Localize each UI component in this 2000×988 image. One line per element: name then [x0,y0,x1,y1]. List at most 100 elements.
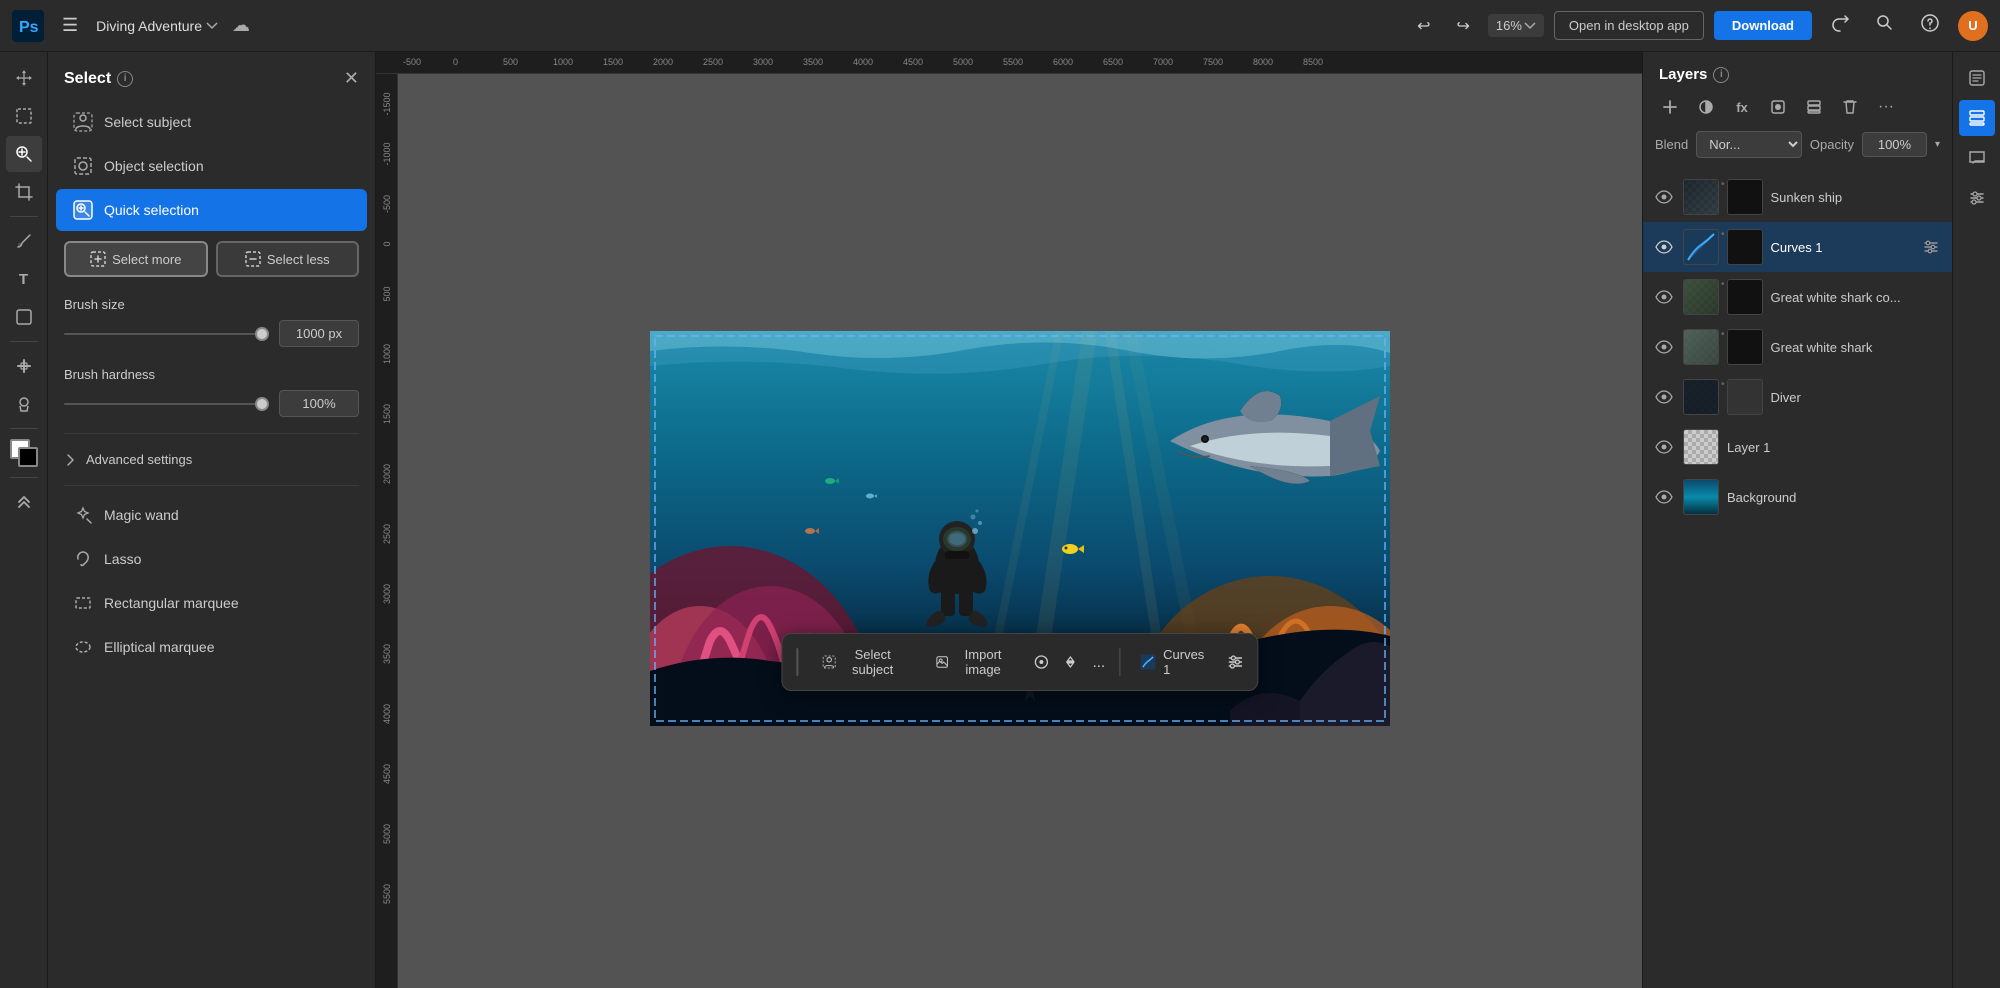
adjustment-button[interactable] [1691,93,1721,121]
brush-size-input[interactable] [279,320,359,347]
svg-text:500: 500 [382,286,392,301]
brush-size-slider[interactable] [64,333,269,335]
curves-label-text: Curves 1 [1163,647,1207,677]
svg-text:500: 500 [503,57,518,67]
undo-button[interactable]: ↩ [1409,10,1438,42]
quick-selection-item[interactable]: Quick selection [56,189,367,231]
rect-marquee-item[interactable]: Rectangular marquee [56,582,367,624]
more-options-button[interactable]: ... [1087,646,1112,678]
advanced-settings-row[interactable]: Advanced settings [48,442,375,477]
shape-tool[interactable] [6,299,42,335]
curves-settings-button[interactable] [1223,646,1248,678]
svg-text:0: 0 [453,57,458,67]
main-area: T Select i ✕ [0,52,2000,988]
layer-item-curves-1[interactable]: • Curves 1 [1643,222,1952,272]
layer-stack-button[interactable] [1799,93,1829,121]
layer-item-great-white-co[interactable]: • Great white shark co... [1643,272,1952,322]
brush-hardness-slider[interactable] [64,403,269,405]
layer-chain-great-white-co: • [1721,279,1725,315]
move-tool[interactable] [6,60,42,96]
selection-tool[interactable] [6,98,42,134]
select-subject-bottom-button[interactable]: Select subject [809,640,917,684]
import-image-button[interactable]: Import image [921,640,1026,684]
svg-text:1000: 1000 [553,57,573,67]
layer-item-sunken-ship[interactable]: • Sunken ship [1643,172,1952,222]
svg-text:1000: 1000 [382,344,392,364]
layer-eye-great-white-co[interactable] [1653,286,1675,308]
curves-1-settings-button[interactable] [1920,236,1942,258]
layer-item-great-white[interactable]: • Great white shark [1643,322,1952,372]
layer-eye-great-white[interactable] [1653,336,1675,358]
text-tool[interactable]: T [6,261,42,297]
color-picker-bottom-button[interactable] [1030,646,1055,678]
curves-label-row[interactable]: Curves 1 [1128,640,1219,684]
quick-select-tool[interactable] [6,136,42,172]
more-layer-options-button[interactable]: ··· [1871,93,1901,121]
lasso-item[interactable]: Lasso [56,538,367,580]
layer-item-diver[interactable]: • Diver [1643,372,1952,422]
svg-text:4000: 4000 [382,704,392,724]
align-bottom-button[interactable] [1058,646,1083,678]
magic-wand-item[interactable]: Magic wand [56,494,367,536]
search-button[interactable] [1868,10,1902,41]
zoom-value: 16% [1496,18,1522,33]
panel-info-icon[interactable]: i [117,71,133,87]
open-desktop-button[interactable]: Open in desktop app [1554,11,1704,40]
opacity-input[interactable] [1862,132,1927,157]
svg-text:3000: 3000 [753,57,773,67]
layers-panel-button[interactable] [1959,100,1995,136]
user-avatar[interactable]: U [1958,11,1988,41]
document-title[interactable]: Diving Adventure [96,18,218,34]
fx-button[interactable]: fx [1727,93,1757,121]
crop-tool[interactable] [6,174,42,210]
layer-eye-sunken-ship[interactable] [1653,186,1675,208]
canvas-with-ruler: -1500 -1000 -500 0 500 1000 1500 2000 25… [376,74,1642,988]
great-white-thumbs: • [1683,329,1763,365]
layer-item-background[interactable]: Background [1643,472,1952,522]
sunken-ship-thumbs: • [1683,179,1763,215]
layer-eye-background[interactable] [1653,486,1675,508]
opacity-dropdown-icon[interactable]: ▾ [1935,139,1940,150]
redo-button[interactable]: ↪ [1448,10,1477,42]
add-layer-button[interactable] [1655,93,1685,121]
more-options-label: ... [1093,654,1106,671]
help-button[interactable] [1912,9,1948,42]
object-selection-item[interactable]: Object selection [56,145,367,187]
healing-tool[interactable] [6,348,42,384]
great-white-thumb-main [1683,329,1719,365]
select-subject-item[interactable]: Select subject [56,101,367,143]
select-panel: Select i ✕ Select subject Object selecti… [48,52,376,988]
foreground-color-swatch[interactable] [18,447,38,467]
menu-button[interactable]: ☰ [54,11,86,40]
brush-size-row [64,320,359,347]
brush-hardness-input[interactable] [279,390,359,417]
layer-eye-diver[interactable] [1653,386,1675,408]
brush-tool[interactable] [6,223,42,259]
svg-text:6000: 6000 [1053,57,1073,67]
mask-button[interactable] [1763,93,1793,121]
layer-item-layer-1[interactable]: Layer 1 [1643,422,1952,472]
toolbar-divider [10,216,38,217]
share-button[interactable] [1822,9,1858,42]
layer-eye-layer-1[interactable] [1653,436,1675,458]
zoom-control[interactable]: 16% [1488,14,1544,37]
blend-select[interactable]: Nor... [1696,131,1802,158]
canvas-viewport[interactable]: Select subject Import image [398,74,1642,988]
delete-layer-button[interactable] [1835,93,1865,121]
adjustments-panel-button[interactable] [1959,180,1995,216]
select-more-button[interactable]: Select more [64,241,208,277]
ellip-marquee-item[interactable]: Elliptical marquee [56,626,367,668]
svg-text:5000: 5000 [382,824,392,844]
panel-close-button[interactable]: ✕ [344,68,359,89]
collapse-button[interactable] [6,484,42,520]
layer-eye-curves-1[interactable] [1653,236,1675,258]
layers-info-icon[interactable]: i [1713,67,1729,83]
comments-button[interactable] [1959,140,1995,176]
panel-title-text: Select [64,70,111,88]
download-button[interactable]: Download [1714,11,1812,40]
properties-panel-button[interactable] [1959,60,1995,96]
vertical-ruler: -1500 -1000 -500 0 500 1000 1500 2000 25… [376,74,398,988]
select-less-button[interactable]: Select less [216,241,360,277]
stamp-tool[interactable] [6,386,42,422]
svg-text:-500: -500 [382,195,392,213]
